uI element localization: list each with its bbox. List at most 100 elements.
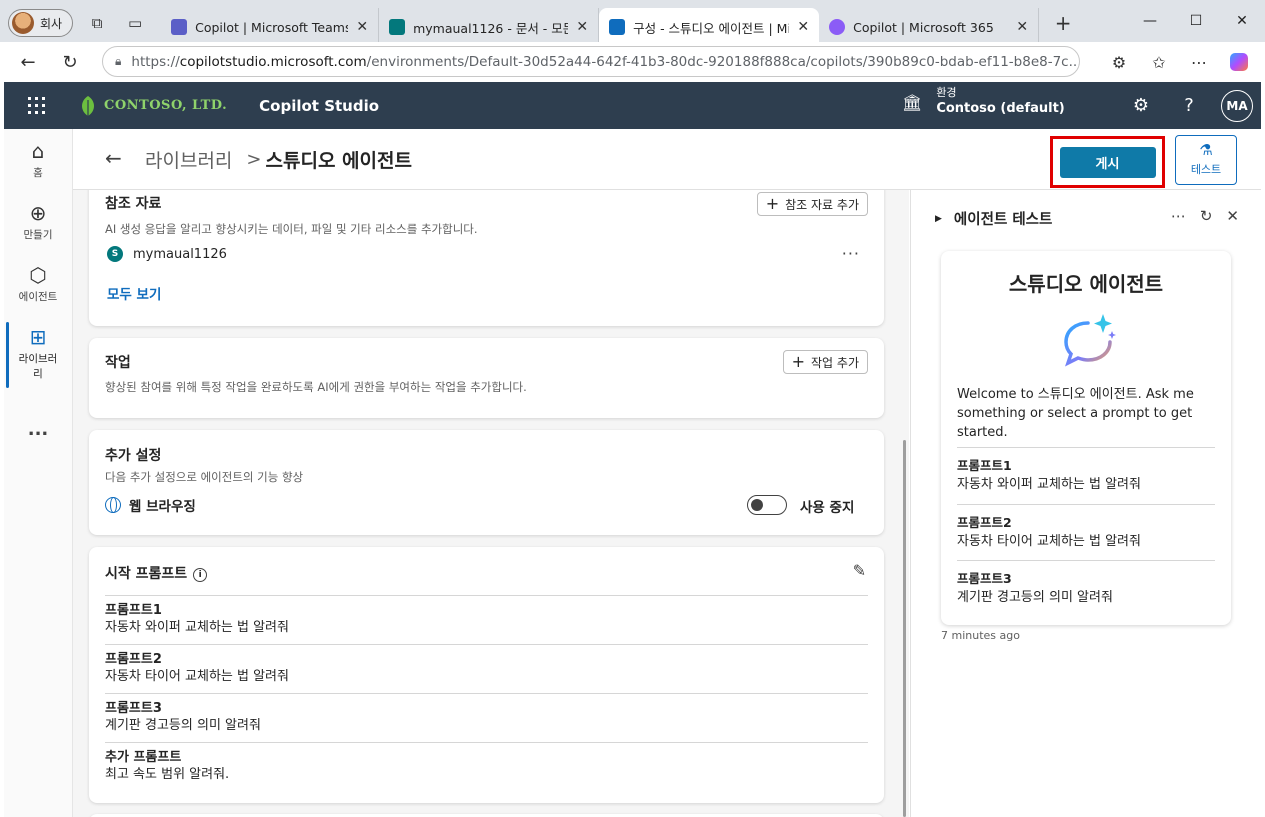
web-browsing-label: 웹 브라우징 bbox=[129, 499, 196, 515]
knowledge-card: 참조 자료 + 참조 자료 추가 AI 생성 응답을 알리고 향상시키는 데이터… bbox=[89, 190, 884, 326]
browser-tab-teams[interactable]: Copilot | Microsoft Teams ✕ bbox=[161, 8, 380, 46]
knowledge-item-more-icon[interactable]: ··· bbox=[842, 244, 860, 263]
add-knowledge-label: 참조 자료 추가 bbox=[785, 197, 859, 212]
globe-icon bbox=[105, 497, 121, 513]
close-tab-icon[interactable]: ✕ bbox=[1016, 19, 1028, 35]
close-tab-icon[interactable]: ✕ bbox=[797, 19, 809, 35]
see-all-link[interactable]: 모두 보기 bbox=[107, 283, 161, 303]
web-browsing-row: 웹 브라우징 bbox=[105, 495, 196, 515]
plus-icon: + bbox=[791, 352, 806, 371]
add-action-label: 작업 추가 bbox=[811, 355, 859, 370]
flask-icon: ⚗︎ bbox=[1199, 141, 1213, 159]
agent-icon: ⬡ bbox=[29, 263, 47, 287]
prompt-text: 자동차 와이퍼 교체하는 법 알려줘 bbox=[957, 477, 1141, 492]
main-content: 참조 자료 + 참조 자료 추가 AI 생성 응답을 알리고 향상시키는 데이터… bbox=[73, 190, 909, 817]
prompt-title: 프롬프트2 bbox=[957, 515, 1012, 530]
starter-prompt-row[interactable]: 프롬프트1 자동차 와이퍼 교체하는 법 알려줘 bbox=[105, 595, 868, 636]
environment-label: 환경 bbox=[936, 86, 957, 99]
workspaces-icon[interactable]: ⧉ bbox=[81, 7, 113, 39]
agent-name: 스튜디오 에이전트 bbox=[1008, 272, 1164, 296]
copilot-icon[interactable] bbox=[1223, 46, 1255, 78]
minimize-icon[interactable]: — bbox=[1127, 13, 1173, 29]
add-action-button[interactable]: + 작업 추가 bbox=[782, 350, 868, 374]
rail-item-label: 만들기 bbox=[23, 229, 53, 241]
knowledge-item[interactable]: S mymaual1126 bbox=[107, 246, 227, 262]
url-host: copilotstudio.microsoft.com bbox=[179, 53, 367, 70]
test-agent-pane: ▶ 에이전트 테스트 ⋯ ↻ ✕ 스튜디오 에이전트 Welcome to 스튜… bbox=[910, 190, 1261, 817]
prompt-text: 최고 속도 범위 알려줘. bbox=[105, 767, 230, 782]
knowledge-desc: AI 생성 응답을 알리고 향상시키는 데이터, 파일 및 기타 리소스를 추가… bbox=[105, 222, 478, 236]
suggested-prompt[interactable]: 프롬프트2 자동차 타이어 교체하는 법 알려줘 bbox=[957, 504, 1215, 551]
settings-gear-icon[interactable]: ⚙︎ bbox=[1126, 90, 1156, 120]
browser-tab-m365[interactable]: Copilot | Microsoft 365 ✕ bbox=[819, 8, 1040, 46]
brand-logo[interactable]: CONTOSO, LTD. bbox=[78, 95, 227, 117]
extensions-icon[interactable]: ⚙︎ bbox=[1103, 46, 1135, 78]
rail-item-library[interactable]: ⊞ 라이브러리 bbox=[4, 325, 72, 381]
more-options-icon[interactable]: ⋯ bbox=[1183, 46, 1215, 78]
breadcrumb-parent[interactable]: 라이브러리 bbox=[145, 146, 232, 173]
refresh-icon[interactable]: ↻ bbox=[52, 46, 88, 78]
collapse-caret-icon[interactable]: ▶ bbox=[935, 214, 942, 224]
rail-more-icon[interactable]: ... bbox=[4, 419, 72, 440]
sharepoint-favicon-icon bbox=[389, 19, 406, 35]
url-field[interactable]: 🔒︎ https://copilotstudio.microsoft.com/e… bbox=[102, 46, 1080, 77]
starter-prompt-row[interactable]: 프롬프트2 자동차 타이어 교체하는 법 알려줘 bbox=[105, 644, 868, 685]
rail-item-home[interactable]: ⌂ 홈 bbox=[4, 139, 72, 180]
close-window-icon[interactable]: ✕ bbox=[1219, 13, 1265, 29]
new-tab-icon[interactable]: + bbox=[1047, 7, 1079, 39]
close-tab-icon[interactable]: ✕ bbox=[576, 19, 588, 35]
rail-item-agents[interactable]: ⬡ 에이전트 bbox=[4, 263, 72, 304]
close-icon[interactable]: ✕ bbox=[1226, 207, 1239, 225]
address-bar-row: ← ↻ 🔒︎ https://copilotstudio.microsoft.c… bbox=[0, 42, 1265, 82]
web-browsing-toggle[interactable] bbox=[747, 495, 787, 515]
breadcrumb-separator: > bbox=[246, 149, 262, 170]
browser-tab-copilot-studio[interactable]: 구성 - 스튜디오 에이전트 | Mi ✕ bbox=[599, 8, 820, 46]
rail-item-label: 라이브러리 bbox=[18, 353, 58, 380]
help-icon[interactable]: ? bbox=[1174, 90, 1204, 120]
starter-prompts-title: 시작 프롬프트 i bbox=[105, 563, 208, 583]
maximize-icon[interactable]: ☐ bbox=[1173, 13, 1219, 29]
back-arrow-icon[interactable]: ← bbox=[105, 146, 122, 170]
more-options-icon[interactable]: ⋯ bbox=[1171, 207, 1186, 225]
add-knowledge-button[interactable]: + 참조 자료 추가 bbox=[756, 192, 868, 216]
test-button[interactable]: ⚗︎ 테스트 bbox=[1175, 135, 1237, 185]
copilot-studio-favicon-icon bbox=[609, 19, 626, 35]
starter-prompt-row[interactable]: 추가 프롬프트 최고 속도 범위 알려줘. bbox=[105, 742, 868, 783]
knowledge-item-name: mymaual1126 bbox=[133, 246, 227, 262]
environment-picker[interactable]: 🏛︎ 환경 Contoso (default) bbox=[902, 86, 1065, 118]
main-scrollbar[interactable] bbox=[903, 440, 906, 817]
app-name[interactable]: Copilot Studio bbox=[259, 97, 379, 115]
add-circle-icon: ⊕ bbox=[29, 201, 47, 225]
teams-favicon-icon bbox=[171, 19, 188, 35]
info-icon[interactable]: i bbox=[193, 568, 208, 582]
edit-pencil-icon[interactable]: ✎ bbox=[853, 561, 866, 580]
browser-tab-sharepoint[interactable]: mymaual1126 - 문서 - 모든 문 ✕ bbox=[379, 8, 600, 46]
leaf-icon bbox=[82, 95, 94, 116]
actions-card: 작업 + 작업 추가 향상된 참여를 위해 특정 작업을 완료하도록 AI에게 … bbox=[89, 338, 884, 418]
lock-icon: 🔒︎ bbox=[115, 54, 122, 68]
test-pane-header[interactable]: ▶ 에이전트 테스트 bbox=[935, 208, 1052, 229]
publish-button[interactable]: 게시 bbox=[1059, 146, 1156, 178]
suggested-prompt[interactable]: 프롬프트1 자동차 와이퍼 교체하는 법 알려줘 bbox=[957, 447, 1215, 494]
user-avatar[interactable]: MA bbox=[1221, 90, 1253, 122]
favorites-icon[interactable]: ✩ bbox=[1143, 46, 1175, 78]
prompt-title: 프롬프트2 bbox=[105, 652, 162, 667]
prompt-title: 프롬프트1 bbox=[957, 458, 1012, 473]
refresh-icon[interactable]: ↻ bbox=[1200, 207, 1213, 225]
starter-prompt-row[interactable]: 프롬프트3 계기판 경고등의 의미 알려줘 bbox=[105, 693, 868, 734]
knowledge-title: 참조 자료 bbox=[105, 196, 162, 212]
tab-title: 구성 - 스튜디오 에이전트 | Mi bbox=[633, 20, 790, 36]
environment-value: Contoso (default) bbox=[936, 101, 1065, 116]
app-launcher-icon[interactable] bbox=[20, 82, 54, 129]
actions-title: 작업 bbox=[105, 355, 131, 371]
back-icon[interactable]: ← bbox=[10, 46, 46, 78]
suggested-prompt[interactable]: 프롬프트3 계기판 경고등의 의미 알려줘 bbox=[957, 560, 1215, 607]
tab-actions-icon[interactable]: ▭ bbox=[119, 7, 151, 39]
prompt-text: 자동차 와이퍼 교체하는 법 알려줘 bbox=[105, 620, 289, 635]
url-path: /environments/Default-30d52a44-642f-41b3… bbox=[366, 53, 1080, 70]
toggle-state-label: 사용 중지 bbox=[800, 500, 855, 516]
prompt-text: 계기판 경고등의 의미 알려줘 bbox=[105, 718, 261, 733]
profile-button[interactable]: 회사 bbox=[8, 9, 74, 37]
close-tab-icon[interactable]: ✕ bbox=[356, 19, 368, 35]
rail-item-create[interactable]: ⊕ 만들기 bbox=[4, 201, 72, 242]
